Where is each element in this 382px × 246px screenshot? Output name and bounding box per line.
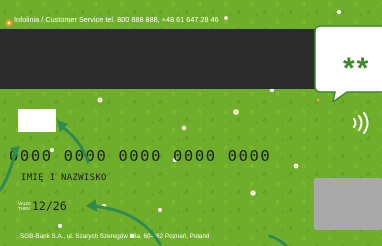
payment-card: Infolinia / Customer Service tel. 800 88… (0, 0, 382, 246)
contactless-icon (351, 112, 371, 134)
bank-address: SGB-Bank S.A., ul. Szarych Szeregów 23a,… (20, 233, 210, 240)
customer-service-infoline: Infolinia / Customer Service tel. 800 88… (14, 15, 219, 24)
card-number: 0000 0000 0000 0000 0000 (9, 147, 272, 165)
expiry-date: 12/26 (32, 199, 67, 213)
signature-panel (18, 109, 56, 132)
card-holder-name: IMIĘ I NAZWISKO (21, 173, 107, 183)
orange-flower-logo-icon (5, 14, 13, 27)
callout-text: ** (343, 52, 371, 85)
card-chip (314, 178, 382, 230)
valid-thru-label: VALID THRU (18, 201, 31, 211)
